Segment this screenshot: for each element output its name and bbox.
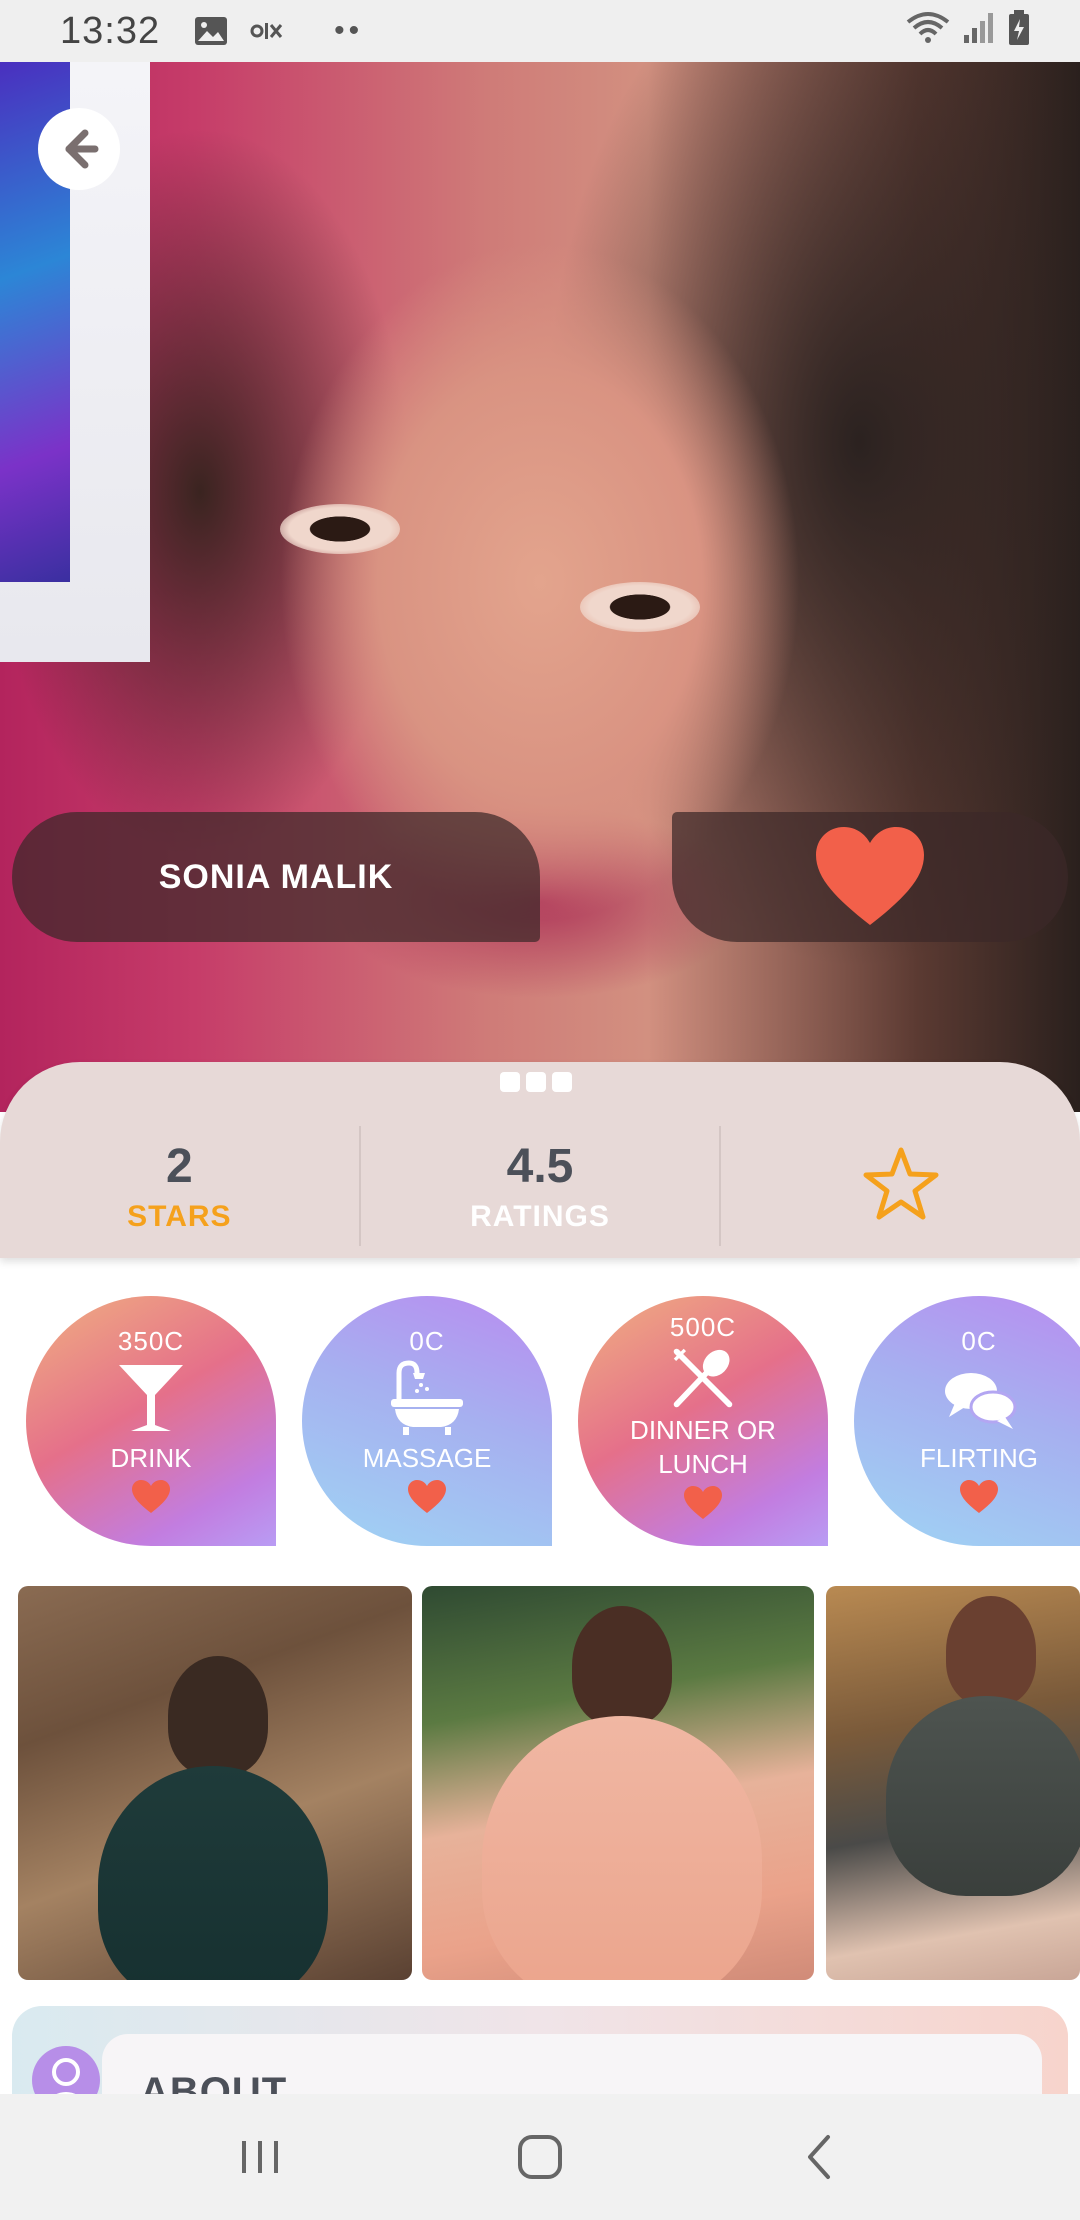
photo-figure <box>482 1716 762 1980</box>
navigation-bar <box>0 2094 1080 2220</box>
gallery-photo[interactable] <box>826 1586 1080 1980</box>
heart-icon <box>816 827 924 925</box>
page-dot[interactable] <box>500 1072 520 1092</box>
heart-icon[interactable] <box>131 1479 171 1515</box>
service-flirting[interactable]: 0C FLIRTING <box>854 1296 1080 1546</box>
wifi-icon <box>906 12 950 43</box>
status-icons-left <box>194 16 284 46</box>
photo-page-indicator <box>500 1072 572 1092</box>
arrow-left-icon <box>65 129 99 169</box>
photo-eye-left <box>280 504 400 554</box>
service-label: DINNER OR LUNCH <box>630 1415 776 1479</box>
home-button[interactable] <box>500 2117 580 2197</box>
profile-name-badge: SONIA MALIK <box>12 812 540 942</box>
status-bar: 13:32 •• <box>0 0 1080 62</box>
heart-icon[interactable] <box>959 1479 999 1515</box>
home-icon <box>518 2135 562 2179</box>
chat-bubbles-icon <box>945 1373 1017 1429</box>
back-icon <box>808 2135 830 2179</box>
cocktail-icon <box>119 1365 183 1431</box>
recent-apps-button[interactable] <box>220 2117 300 2197</box>
rate-stat[interactable] <box>721 1126 1080 1246</box>
photo-figure <box>886 1696 1080 1896</box>
status-dots: •• <box>334 14 364 47</box>
photo-eye-right <box>580 582 700 632</box>
service-price: 500C <box>669 1312 737 1342</box>
service-label: DRINK <box>110 1443 192 1473</box>
service-dinner-or-lunch[interactable]: 500C DINNER OR LUNCH <box>578 1296 828 1546</box>
service-price: 0C <box>961 1326 997 1356</box>
utensils-icon <box>673 1348 733 1408</box>
photo-figure <box>572 1606 672 1726</box>
stars-value: 2 <box>165 1139 193 1193</box>
bathtub-icon <box>391 1360 463 1435</box>
heart-icon[interactable] <box>683 1485 723 1521</box>
system-back-button[interactable] <box>780 2117 860 2197</box>
ratings-stat: 4.5 RATINGS <box>361 1126 722 1246</box>
profile-photo[interactable] <box>0 62 1080 1112</box>
page-dot[interactable] <box>526 1072 546 1092</box>
service-drink[interactable]: 350C DRINK <box>26 1296 276 1546</box>
service-label: MASSAGE <box>362 1443 492 1473</box>
stats-row: 2 STARS 4.5 RATINGS <box>0 1126 1080 1246</box>
olx-icon <box>250 23 283 39</box>
recent-apps-icon <box>242 2141 278 2173</box>
photo-figure <box>946 1596 1036 1706</box>
status-time: 13:32 <box>60 9 161 52</box>
profile-screen: 13:32 •• SONIA MALIK 2 STARS 4.5 RATINGS… <box>0 0 1080 2220</box>
back-button[interactable] <box>38 108 120 190</box>
services-row: 350C DRINK 0C MASSAGE 500C DINNER OR LUN… <box>0 1296 1080 1548</box>
heart-icon[interactable] <box>407 1479 447 1515</box>
star-outline-icon[interactable] <box>861 1144 941 1229</box>
status-icons-right <box>906 10 1030 46</box>
ratings-value: 4.5 <box>506 1139 574 1193</box>
stars-stat: 2 STARS <box>0 1126 361 1246</box>
image-icon <box>195 17 228 45</box>
photo-figure <box>98 1766 328 1980</box>
signal-icon <box>964 13 993 43</box>
service-price: 0C <box>409 1326 445 1356</box>
gallery-photo[interactable] <box>422 1586 814 1980</box>
stars-label: STARS <box>127 1199 232 1233</box>
battery-icon <box>1009 10 1029 45</box>
gallery-photo[interactable] <box>18 1586 412 1980</box>
stats-card: 2 STARS 4.5 RATINGS <box>0 1062 1080 1258</box>
page-dot[interactable] <box>552 1072 572 1092</box>
profile-name: SONIA MALIK <box>158 857 394 896</box>
photo-gallery <box>18 1586 1080 1980</box>
ratings-label: RATINGS <box>470 1199 610 1233</box>
service-label: FLIRTING <box>920 1443 1038 1473</box>
service-price: 350C <box>117 1326 185 1356</box>
favorite-button[interactable] <box>672 812 1068 942</box>
service-massage[interactable]: 0C MASSAGE <box>302 1296 552 1546</box>
photo-figure <box>168 1656 268 1776</box>
